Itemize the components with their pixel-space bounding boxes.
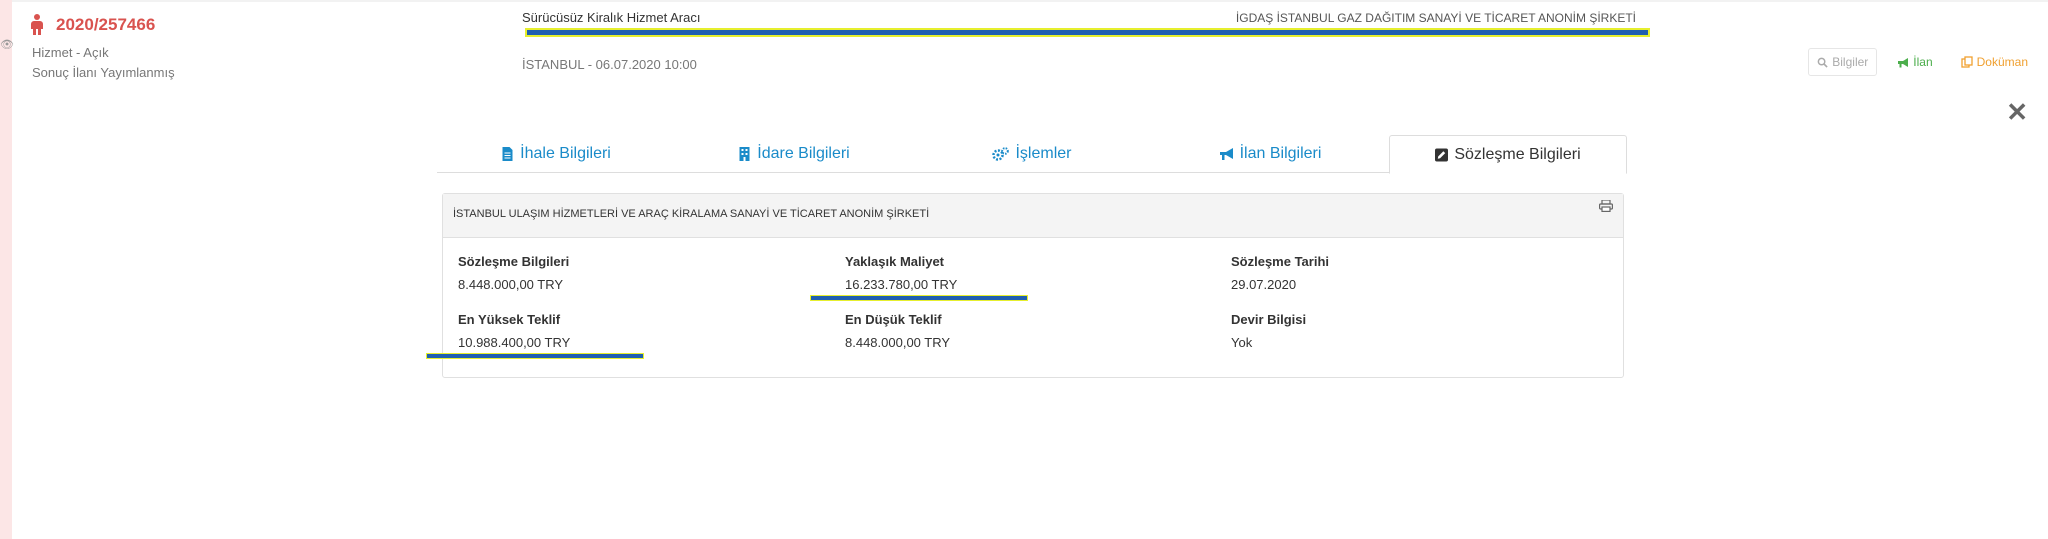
field-label: Yaklaşık Maliyet bbox=[845, 254, 945, 269]
header-actions: Bilgiler İlan Doküman bbox=[1808, 48, 2036, 76]
document-button[interactable]: Doküman bbox=[1953, 49, 2036, 75]
panel-header: İSTANBUL ULAŞIM HİZMETLERİ VE ARAÇ KİRAL… bbox=[443, 194, 1623, 238]
panel-title: İSTANBUL ULAŞIM HİZMETLERİ VE ARAÇ KİRAL… bbox=[453, 208, 930, 220]
highlight-bar bbox=[525, 28, 1650, 37]
field-label: Sözleşme Bilgileri bbox=[458, 254, 570, 269]
print-icon[interactable] bbox=[1599, 200, 1613, 212]
bullhorn-icon bbox=[1898, 57, 1909, 67]
tender-summary: 2020/257466 Hizmet - Açık Sonuç İlanı Ya… bbox=[30, 14, 175, 80]
field-value: 8.448.000,00 TRY bbox=[845, 335, 951, 350]
tab-administration-info-label: İdare Bilgileri bbox=[757, 145, 850, 162]
tab-bar: İhale Bilgileri İdare Bilgileri İşlemler… bbox=[437, 135, 1627, 174]
announcement-button[interactable]: İlan bbox=[1889, 49, 1940, 75]
file-icon bbox=[502, 147, 513, 161]
field-lowest-bid: En Düşük Teklif 8.448.000,00 TRY bbox=[845, 312, 1225, 350]
building-icon bbox=[739, 147, 750, 161]
tender-state: Sonuç İlanı Yayımlanmış bbox=[32, 65, 175, 80]
field-contract-info: Sözleşme Bilgileri 8.448.000,00 TRY bbox=[458, 254, 838, 292]
field-contract-date: Sözleşme Tarihi 29.07.2020 bbox=[1231, 254, 1611, 292]
tab-contract-info-label: Sözleşme Bilgileri bbox=[1454, 145, 1581, 163]
edit-icon bbox=[1435, 148, 1449, 161]
info-button[interactable]: Bilgiler bbox=[1808, 48, 1878, 76]
field-label: En Yüksek Teklif bbox=[458, 312, 561, 327]
field-value: 29.07.2020 bbox=[1231, 277, 1297, 292]
tab-administration-info[interactable]: İdare Bilgileri bbox=[675, 135, 913, 173]
announcement-button-label: İlan bbox=[1913, 55, 1933, 69]
bullhorn-icon bbox=[1219, 148, 1233, 160]
field-label: Devir Bilgisi bbox=[1231, 312, 1307, 327]
tab-contract-info[interactable]: Sözleşme Bilgileri bbox=[1389, 135, 1627, 174]
copy-icon bbox=[1960, 56, 1973, 68]
highlight-underline-highest-bid bbox=[426, 353, 644, 359]
tender-organization: İGDAŞ İSTANBUL GAZ DAĞITIM SANAYİ VE TİC… bbox=[1235, 11, 1636, 25]
tab-operations[interactable]: İşlemler bbox=[913, 135, 1151, 173]
person-icon bbox=[30, 14, 44, 36]
field-estimated-cost: Yaklaşık Maliyet 16.233.780,00 TRY bbox=[845, 254, 1225, 292]
eye-icon[interactable]: 👁 bbox=[0, 38, 14, 51]
close-icon[interactable]: ✕ bbox=[2006, 97, 2028, 128]
top-divider bbox=[12, 0, 2048, 2]
field-transfer-info: Devir Bilgisi Yok bbox=[1231, 312, 1611, 350]
gears-icon bbox=[992, 147, 1010, 161]
tab-tender-info[interactable]: İhale Bilgileri bbox=[437, 135, 675, 173]
tender-reference-text: 2020/257466 bbox=[56, 15, 156, 34]
field-value: 8.448.000,00 TRY bbox=[458, 277, 564, 292]
contract-panel: İSTANBUL ULAŞIM HİZMETLERİ VE ARAÇ KİRAL… bbox=[442, 193, 1624, 378]
document-button-label: Doküman bbox=[1976, 55, 2028, 69]
tender-location-date: İSTANBUL - 06.07.2020 10:00 bbox=[522, 57, 697, 72]
tab-tender-info-label: İhale Bilgileri bbox=[520, 145, 611, 162]
left-stripe bbox=[0, 0, 12, 539]
highlight-underline-estimated-cost bbox=[810, 295, 1028, 301]
tender-title: Sürücüsüz Kiralık Hizmet Aracı bbox=[522, 10, 701, 25]
tab-announcement-info[interactable]: İlan Bilgileri bbox=[1151, 135, 1389, 173]
search-icon bbox=[1817, 57, 1828, 68]
field-value: Yok bbox=[1231, 335, 1253, 350]
field-highest-bid: En Yüksek Teklif 10.988.400,00 TRY bbox=[458, 312, 838, 350]
field-value: 16.233.780,00 TRY bbox=[845, 277, 958, 292]
info-button-label: Bilgiler bbox=[1832, 55, 1869, 69]
tender-type: Hizmet - Açık bbox=[32, 45, 109, 60]
field-label: En Düşük Teklif bbox=[845, 312, 942, 327]
field-value: 10.988.400,00 TRY bbox=[458, 335, 571, 350]
field-label: Sözleşme Tarihi bbox=[1231, 254, 1330, 269]
tab-operations-label: İşlemler bbox=[1015, 145, 1072, 162]
tab-announcement-info-label: İlan Bilgileri bbox=[1239, 145, 1322, 162]
tender-reference: 2020/257466 bbox=[30, 14, 175, 36]
